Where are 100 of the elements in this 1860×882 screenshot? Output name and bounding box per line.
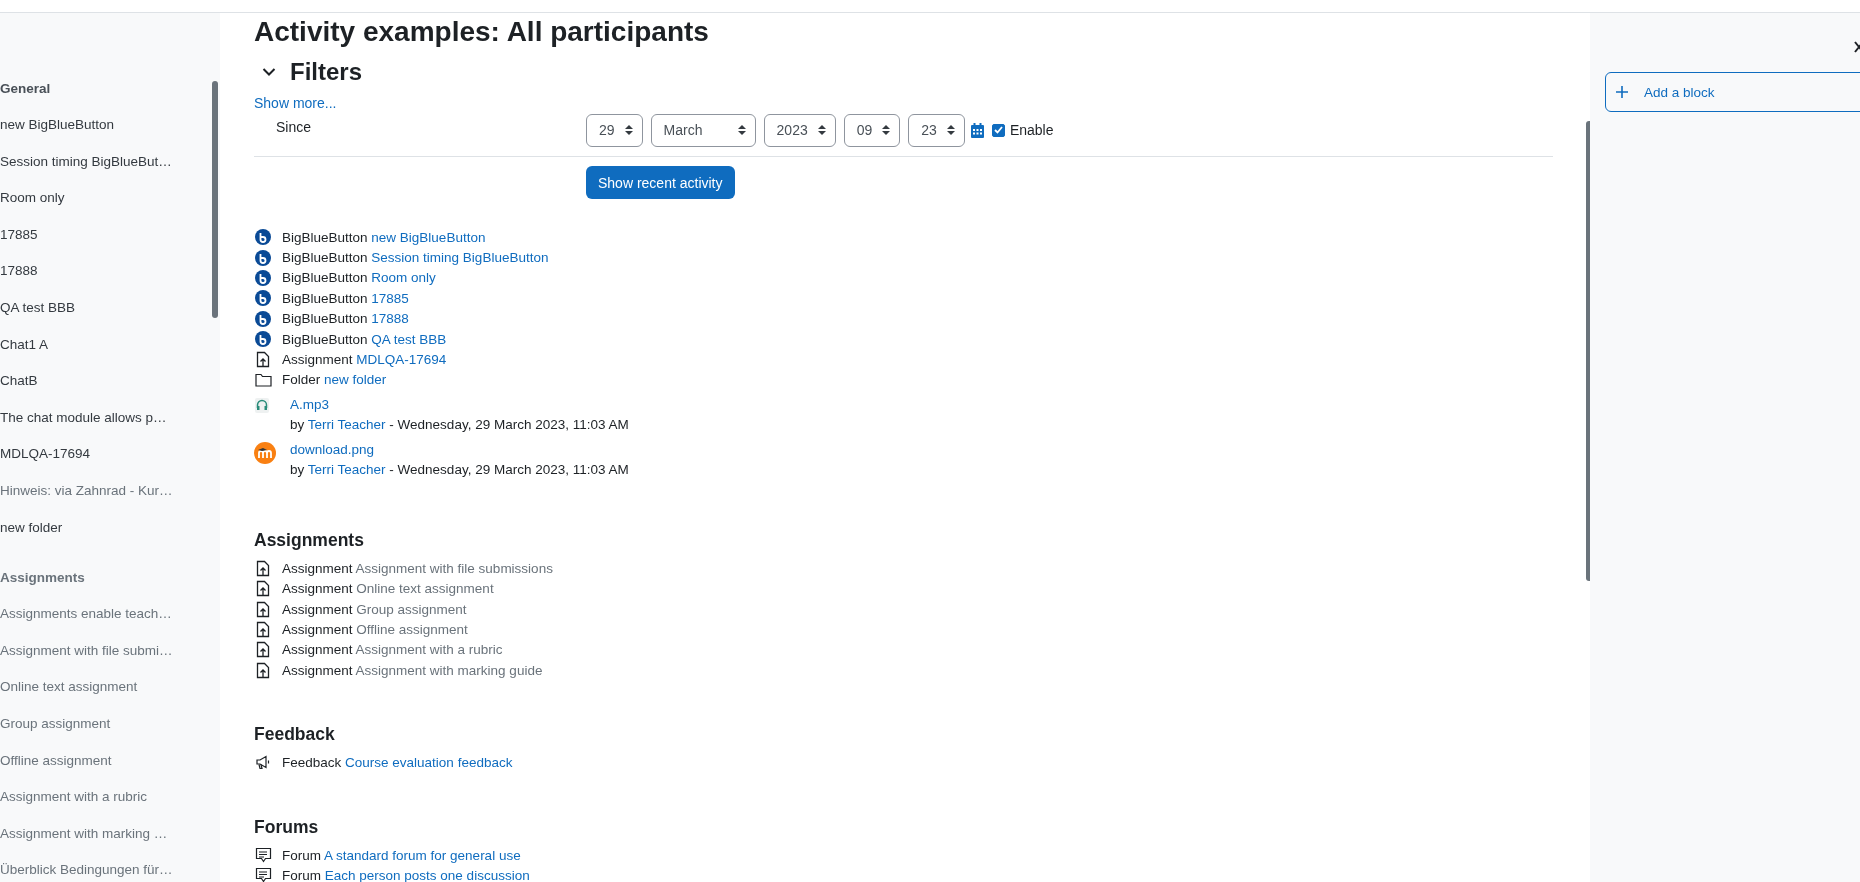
activity-link[interactable]: Offline assignment (356, 622, 468, 637)
bigbluebutton-icon (254, 269, 272, 286)
document-upload-icon (254, 580, 272, 598)
document-upload-icon (254, 351, 272, 369)
module-label: BigBlueButton (282, 229, 368, 245)
date-select[interactable]: 09 (843, 113, 901, 147)
sidebar-item[interactable]: The chat module allows p… (0, 403, 220, 441)
date-select[interactable]: March (650, 113, 756, 147)
sort-arrows-icon (882, 125, 891, 135)
module-label: BigBlueButton (282, 270, 368, 286)
sidebar-item[interactable]: Assignments enable teach… (0, 600, 220, 637)
file-link[interactable]: A.mp3 (290, 395, 330, 416)
bigbluebutton-icon (254, 249, 272, 266)
enable-label: Enable (1009, 122, 1054, 138)
module-label: Forum (282, 847, 321, 863)
bigbluebutton-icon (254, 310, 272, 327)
activity-link[interactable]: Room only (371, 270, 436, 286)
bigbluebutton-icon (254, 229, 272, 246)
file-link[interactable]: download.png (290, 440, 375, 461)
filters-heading: Filters (290, 58, 363, 86)
module-label: Assignment (282, 581, 353, 597)
module-label: Assignment (282, 560, 353, 576)
author-link[interactable]: Terri Teacher (307, 417, 386, 433)
sidebar-item[interactable]: new folder (0, 513, 220, 551)
activity-link[interactable]: new BigBlueButton (371, 229, 486, 245)
activity-link[interactable]: Each person posts one discussion (324, 867, 530, 882)
plus-icon (1616, 86, 1628, 98)
document-upload-icon (254, 621, 272, 638)
activity-link[interactable]: Course evaluation feedback (345, 755, 513, 771)
activity-link[interactable]: new folder (324, 372, 387, 388)
module-label: BigBlueButton (282, 250, 368, 266)
section-title[interactable]: Assignments (0, 564, 220, 601)
bigbluebutton-icon (254, 290, 272, 307)
activity-link[interactable]: QA test BBB (371, 331, 447, 347)
sidebar-item[interactable]: 17888 (0, 257, 220, 294)
sidebar-item[interactable]: Assignment with a rubric (0, 783, 220, 820)
module-label: Assignment (282, 662, 353, 678)
calendar-icon[interactable] (970, 122, 984, 138)
module-label: Assignment (282, 622, 353, 637)
folder-icon (254, 372, 272, 388)
chat-bubble-icon (254, 847, 272, 864)
sidebar-item[interactable]: Session timing BigBlueBut… (0, 147, 220, 185)
sidebar-item[interactable]: Offline assignment (0, 746, 220, 784)
sidebar-item[interactable]: Assignment with file submi… (0, 636, 220, 674)
module-label: Assignment (282, 601, 353, 617)
sort-arrows-icon (946, 125, 955, 135)
activity-link[interactable]: 17888 (371, 311, 409, 327)
document-upload-icon (254, 600, 272, 618)
sort-arrows-icon (737, 125, 746, 135)
sidebar-item[interactable]: ChatB (0, 367, 220, 404)
module-label: BigBlueButton (282, 311, 368, 327)
bigbluebutton-icon (254, 331, 272, 348)
section-title[interactable]: General (0, 75, 220, 111)
section-heading: Assignments (254, 529, 365, 553)
activity-link[interactable]: Assignment with marking guide (355, 662, 543, 678)
sidebar-item[interactable]: Group assignment (0, 709, 220, 747)
scrollbar-thumb[interactable] (212, 81, 218, 318)
author-link[interactable]: Terri Teacher (307, 462, 386, 478)
sidebar-item[interactable]: Hinweis: via Zahnrad - Kur… (0, 476, 220, 514)
date-select[interactable]: 2023 (763, 113, 836, 147)
date-text: - Wednesday, 29 March 2023, 11:03 AM (389, 417, 629, 433)
activity-link[interactable]: MDLQA-17694 (356, 352, 447, 368)
activity-link[interactable]: A standard forum for general use (324, 847, 521, 863)
module-label: Assignment (282, 642, 353, 658)
sidebar-item[interactable]: 17885 (0, 220, 220, 258)
document-upload-icon (254, 661, 272, 679)
sidebar-item[interactable]: Room only (0, 184, 220, 221)
show-more-link[interactable]: Show more... (254, 95, 337, 111)
activity-link[interactable]: Group assignment (356, 601, 467, 617)
activity-link[interactable]: 17885 (371, 290, 409, 306)
activity-link[interactable]: Online text assignment (356, 581, 494, 597)
sidebar-item[interactable]: MDLQA-17694 (0, 440, 220, 477)
document-upload-icon (254, 559, 272, 577)
module-label: Forum (282, 867, 321, 882)
by-label: by (290, 462, 305, 478)
section-heading: Forums (254, 815, 320, 839)
section-heading: Feedback (254, 723, 336, 747)
sidebar-item[interactable]: new BigBlueButton (0, 111, 220, 148)
sidebar-item[interactable]: Online text assignment (0, 673, 220, 710)
by-label: by (290, 417, 305, 433)
enable-checkbox[interactable] (991, 123, 1005, 137)
sidebar-item[interactable]: Assignment with marking … (0, 819, 220, 857)
since-label: Since (275, 118, 313, 135)
activity-link[interactable]: Session timing BigBlueButton (371, 250, 549, 266)
sidebar-item[interactable]: Überblick Bedingungen für… (0, 856, 220, 882)
module-label: BigBlueButton (282, 290, 368, 306)
chevron-down-icon[interactable] (262, 67, 276, 77)
add-block-button[interactable]: Add a block (1605, 72, 1860, 112)
sidebar-item[interactable]: Chat1 A (0, 330, 220, 368)
chat-bubble-icon (254, 867, 272, 882)
sidebar-item[interactable]: QA test BBB (0, 293, 220, 331)
activity-link[interactable]: Assignment with file submissions (355, 560, 553, 576)
module-label: Assignment (282, 352, 353, 368)
sort-arrows-icon (624, 125, 633, 135)
date-select[interactable]: 29 (586, 113, 643, 147)
date-select[interactable]: 23 (908, 113, 965, 147)
megaphone-icon (254, 754, 272, 772)
show-recent-activity-button[interactable]: Show recent activity (586, 166, 735, 199)
activity-link[interactable]: Assignment with a rubric (355, 642, 503, 658)
logo-icon (254, 442, 276, 465)
